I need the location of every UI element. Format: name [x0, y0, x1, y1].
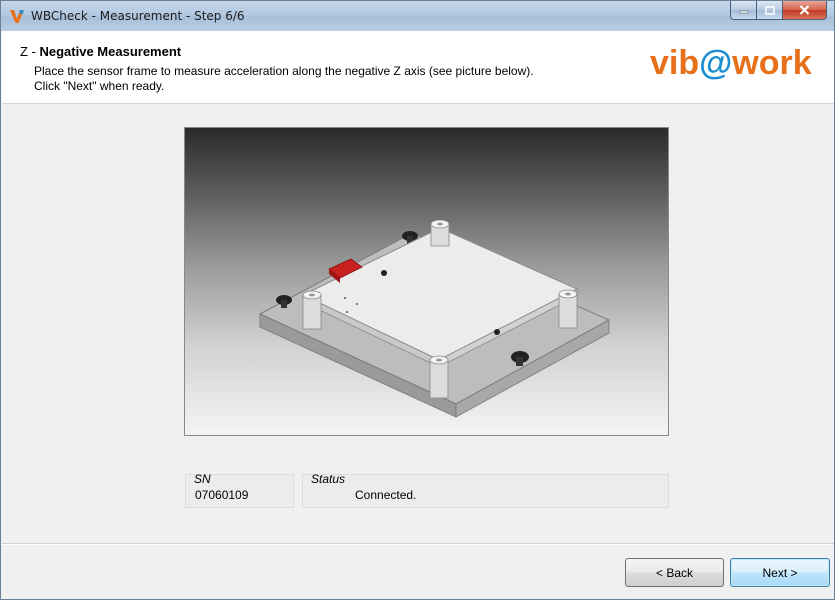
instruction-line-2: Click "Next" when ready. [34, 79, 165, 93]
sensor-frame-illustration [258, 219, 611, 418]
app-icon [10, 10, 24, 23]
step-name: Negative Measurement [39, 44, 182, 59]
vibatwork-logo: vib@work [650, 46, 812, 80]
close-button[interactable] [783, 1, 827, 20]
close-icon [799, 5, 810, 15]
sensor-frame-picture [184, 127, 669, 436]
step-prefix: Z - [20, 44, 40, 59]
footer-divider-highlight [2, 544, 834, 545]
window-title: WBCheck - Measurement - Step 6/6 [31, 9, 245, 23]
title-bar[interactable]: WBCheck - Measurement - Step 6/6 [1, 1, 834, 31]
instruction-line-1: Place the sensor frame to measure accele… [34, 64, 534, 78]
pillar-top [430, 219, 450, 247]
pillar-front [429, 355, 449, 399]
logo-text-work: work [732, 44, 812, 82]
logo-text-vib: vib [650, 44, 700, 82]
maximize-icon [764, 5, 775, 15]
window-controls [730, 1, 827, 21]
maximize-button[interactable] [757, 1, 783, 20]
wizard-header: Z - Negative Measurement Place the senso… [2, 31, 834, 104]
pillar-right [558, 289, 578, 329]
back-button[interactable]: < Back [625, 558, 724, 587]
step-title: Z - Negative Measurement [20, 44, 181, 59]
status-value: Connected. [355, 488, 417, 502]
status-field: Status Connected. [302, 472, 669, 508]
sn-value: 07060109 [195, 488, 249, 502]
minimize-icon [739, 10, 748, 14]
next-button[interactable]: Next > [730, 558, 830, 587]
wbcheck-window: WBCheck - Measurement - Step 6/6 Z - Neg… [0, 0, 835, 600]
minimize-button[interactable] [730, 1, 757, 20]
logo-text-at: @ [699, 44, 733, 82]
sn-field: SN 07060109 [185, 472, 294, 508]
status-label: Status [311, 472, 346, 486]
pillar-left [302, 290, 322, 330]
sn-label: SN [194, 472, 211, 486]
